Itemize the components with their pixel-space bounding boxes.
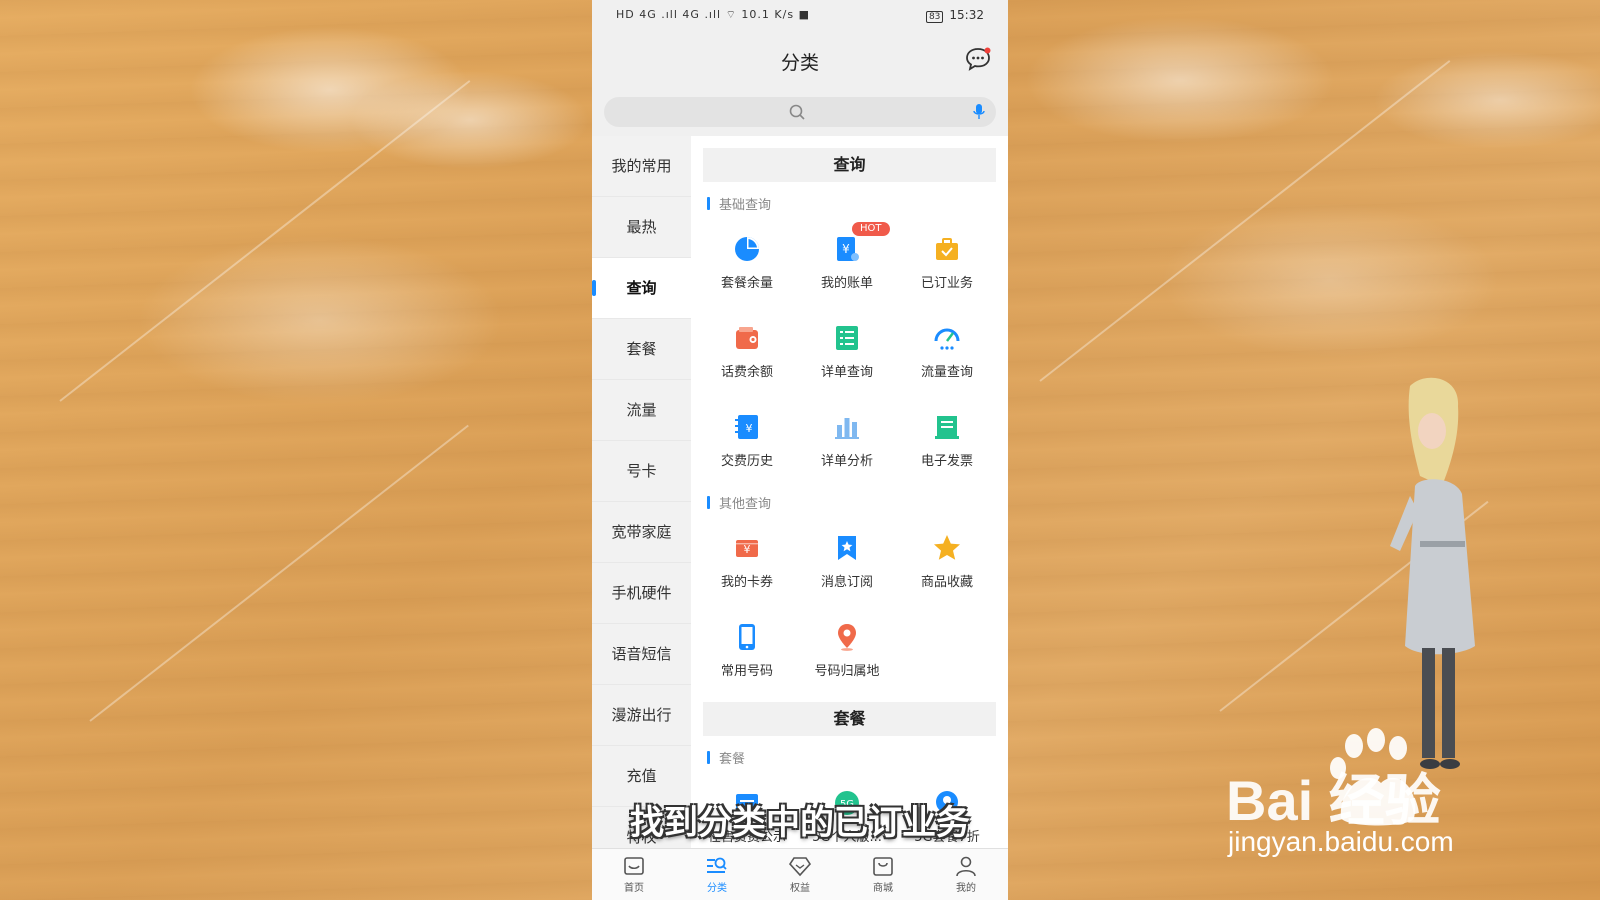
grid-item-e-invoice[interactable]: 电子发票 — [897, 412, 997, 469]
phone-screen: HD 4G .ıll 4G .ıll ⌔ 10.1 K/s ■ 83 15:32 … — [592, 0, 1008, 900]
svg-text:¥: ¥ — [842, 242, 850, 256]
tab-label: 权益 — [790, 883, 810, 894]
payment-history-icon: ¥ — [735, 415, 758, 439]
grid-item-label: 消息订阅 — [820, 575, 873, 590]
tab-label: 首页 — [624, 883, 644, 894]
group-title-package: 套餐 — [707, 748, 745, 767]
grid-item-common-numbers[interactable]: 常用号码 — [697, 622, 797, 679]
grid-item-payment-history[interactable]: ¥ 交费历史 — [697, 412, 797, 469]
sidebar-item-data[interactable]: 流量 — [592, 380, 691, 441]
grid-item-package-balance[interactable]: 套餐余量 — [697, 234, 797, 291]
svg-text:¥: ¥ — [746, 422, 753, 435]
grid-item-subscribed-services[interactable]: 已订业务 — [897, 234, 997, 291]
category-content: 查询 基础查询 套餐余量 HOT ¥ 我的账单 已订业务 话费余额 详单查询 流… — [691, 136, 1008, 848]
category-sidebar: 我的常用 最热 查询 套餐 流量 号卡 宽带家庭 手机硬件 语音短信 漫游出行 … — [592, 136, 691, 848]
chat-bubble-icon[interactable] — [964, 46, 992, 72]
section-title-query: 查询 — [703, 148, 996, 182]
grid-item-number-location[interactable]: 号码归属地 — [797, 622, 897, 679]
battery-level: 83 — [925, 11, 944, 23]
sidebar-item-broadband[interactable]: 宽带家庭 — [592, 502, 691, 563]
search-bar[interactable] — [604, 97, 996, 127]
tab-label: 商城 — [873, 883, 893, 894]
category-icon — [707, 857, 727, 873]
grid-item-label: 号码归属地 — [814, 664, 880, 679]
tab-home[interactable]: 首页 — [604, 855, 664, 894]
grid-item-label: 我的账单 — [820, 276, 873, 291]
grid-item-label: 商品收藏 — [920, 575, 973, 590]
group-title-other-query: 其他查询 — [707, 493, 771, 512]
grid-item-my-bill[interactable]: HOT ¥ 我的账单 — [797, 222, 897, 291]
gauge-icon — [934, 328, 960, 350]
briefcase-check-icon — [936, 238, 958, 260]
microphone-icon[interactable] — [972, 103, 986, 121]
grid-item-data-query[interactable]: 流量查询 — [897, 323, 997, 380]
user-icon — [956, 856, 976, 877]
invoice-icon — [935, 416, 959, 439]
grid-item-detail-analysis[interactable]: 详单分析 — [797, 412, 897, 469]
grid-item-label: 详单分析 — [820, 454, 873, 469]
group-title-basic-query: 基础查询 — [707, 194, 771, 213]
status-signal-info: HD 4G .ıll 4G .ıll ⌔ 10.1 K/s ■ — [616, 8, 810, 21]
grid-item-label: 交费历史 — [720, 454, 773, 469]
location-pin-icon — [838, 624, 856, 651]
tab-label: 我的 — [956, 883, 976, 894]
tab-mine[interactable]: 我的 — [936, 855, 996, 894]
status-right: 83 15:32 — [925, 8, 984, 23]
tab-category[interactable]: 分类 — [687, 855, 747, 894]
page-title: 分类 — [780, 52, 819, 74]
sidebar-item-hardware[interactable]: 手机硬件 — [592, 563, 691, 624]
bookmark-star-icon — [838, 536, 856, 560]
phone-device-icon — [739, 624, 755, 650]
grid-item-label: 流量查询 — [920, 365, 973, 380]
grid-item-detail-query[interactable]: 详单查询 — [797, 323, 897, 380]
bill-icon: ¥ — [837, 237, 859, 261]
wallet-icon — [736, 327, 758, 349]
grid-item-phone-balance[interactable]: 话费余额 — [697, 323, 797, 380]
sidebar-item-hottest[interactable]: 最热 — [592, 197, 691, 258]
pie-chart-icon — [735, 237, 759, 261]
hot-badge: HOT — [852, 222, 890, 236]
sidebar-item-frequent[interactable]: 我的常用 — [592, 136, 691, 197]
video-subtitle: 找到分类中的已订业务 — [630, 803, 970, 843]
search-input[interactable] — [634, 102, 938, 124]
grid-item-my-coupons[interactable]: ¥ 我的卡券 — [697, 533, 797, 590]
grid-item-label: 话费余额 — [720, 365, 773, 380]
sidebar-item-query[interactable]: 查询 — [592, 258, 691, 319]
grid-item-label: 套餐余量 — [720, 276, 773, 291]
tab-label: 分类 — [707, 883, 727, 894]
tab-benefits[interactable]: 权益 — [770, 855, 830, 894]
tab-mall[interactable]: 商城 — [853, 855, 913, 894]
grid-item-label: 电子发票 — [920, 454, 973, 469]
svg-text:¥: ¥ — [744, 543, 751, 556]
grid-item-product-favorites[interactable]: 商品收藏 — [897, 533, 997, 590]
diamond-icon — [788, 857, 812, 877]
status-time: 15:32 — [949, 8, 984, 22]
title-bar: 分类 — [592, 32, 1008, 88]
list-icon — [836, 326, 858, 350]
grid-item-label: 常用号码 — [720, 664, 773, 679]
status-bar: HD 4G .ıll 4G .ıll ⌔ 10.1 K/s ■ 83 15:32 — [592, 0, 1008, 32]
bottom-tab-bar: 首页 分类 权益 商城 我的 — [592, 848, 1008, 900]
sidebar-item-package[interactable]: 套餐 — [592, 319, 691, 380]
guide-character-figure — [1390, 377, 1475, 769]
section-title-package: 套餐 — [703, 702, 996, 736]
grid-item-label: 我的卡券 — [720, 575, 773, 590]
sidebar-item-sim-card[interactable]: 号卡 — [592, 441, 691, 502]
sidebar-item-voice-sms[interactable]: 语音短信 — [592, 624, 691, 685]
grid-item-label: 详单查询 — [820, 365, 873, 380]
home-icon — [624, 857, 644, 875]
coupon-icon: ¥ — [736, 540, 758, 557]
sidebar-item-roaming[interactable]: 漫游出行 — [592, 685, 691, 746]
grid-item-label: 已订业务 — [920, 276, 973, 291]
star-icon — [934, 535, 960, 560]
shopping-bag-icon — [873, 857, 893, 876]
bar-chart-icon — [835, 418, 859, 439]
grid-item-message-subscription[interactable]: 消息订阅 — [797, 533, 897, 590]
